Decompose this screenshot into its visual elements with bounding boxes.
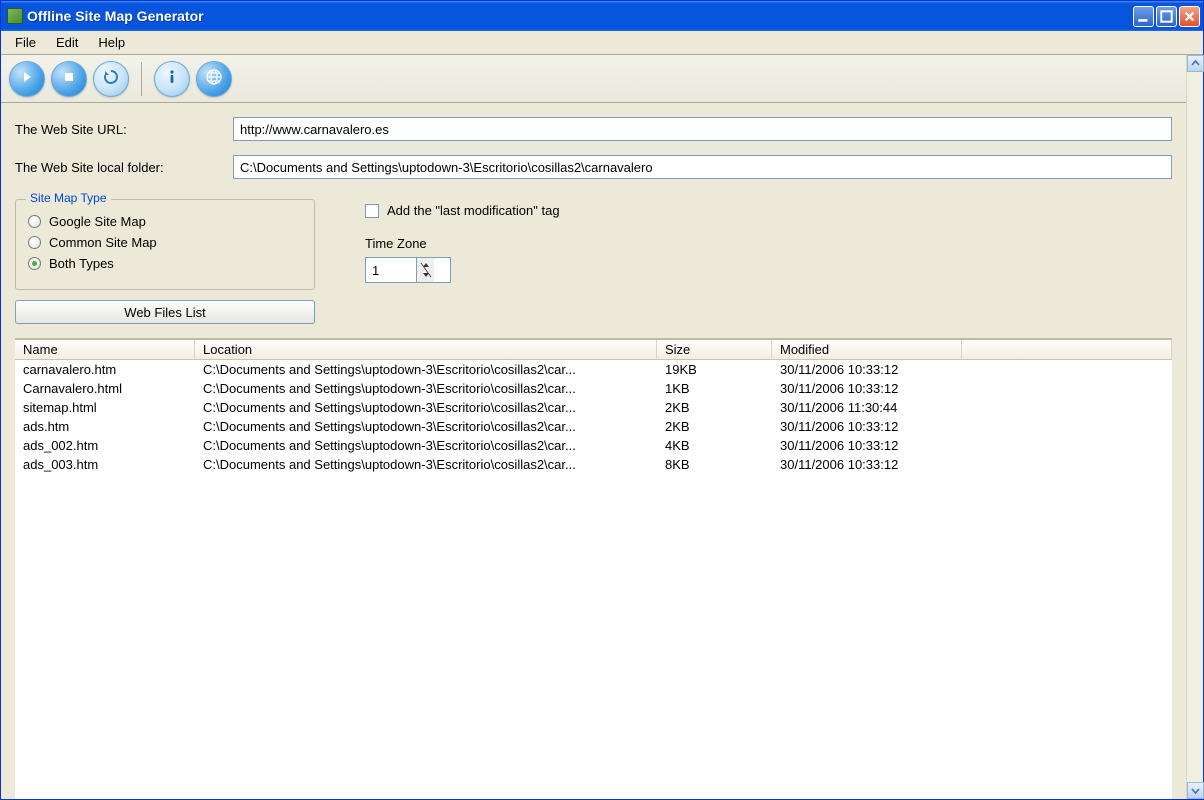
vertical-scrollbar[interactable] — [1186, 55, 1203, 799]
cell-location: C:\Documents and Settings\uptodown-3\Esc… — [195, 399, 657, 416]
menu-file[interactable]: File — [5, 32, 46, 53]
radio-common[interactable]: Common Site Map — [28, 235, 302, 250]
cell-empty — [962, 380, 1172, 397]
app-icon — [7, 8, 23, 24]
list-body[interactable]: carnavalero.htmC:\Documents and Settings… — [15, 360, 1172, 799]
cell-name: ads_002.htm — [15, 437, 195, 454]
cell-modified: 30/11/2006 11:30:44 — [772, 399, 962, 416]
radio-both-label: Both Types — [49, 256, 114, 271]
info-button[interactable] — [154, 61, 190, 97]
close-button[interactable] — [1179, 6, 1200, 27]
cell-location: C:\Documents and Settings\uptodown-3\Esc… — [195, 418, 657, 435]
cell-location: C:\Documents and Settings\uptodown-3\Esc… — [195, 437, 657, 454]
lastmod-checkbox[interactable] — [365, 204, 379, 218]
cell-modified: 30/11/2006 10:33:12 — [772, 456, 962, 473]
table-row[interactable]: ads.htmC:\Documents and Settings\uptodow… — [15, 417, 1172, 436]
table-row[interactable]: ads_003.htmC:\Documents and Settings\upt… — [15, 455, 1172, 474]
form-area: The Web Site URL: The Web Site local fol… — [1, 103, 1186, 338]
scroll-down-button[interactable] — [1187, 782, 1204, 799]
cell-location: C:\Documents and Settings\uptodown-3\Esc… — [195, 456, 657, 473]
table-row[interactable]: ads_002.htmC:\Documents and Settings\upt… — [15, 436, 1172, 455]
folder-label: The Web Site local folder: — [15, 160, 233, 175]
cell-name: carnavalero.htm — [15, 361, 195, 378]
radio-google-label: Google Site Map — [49, 214, 146, 229]
spinner-updown-icon — [419, 261, 433, 279]
stop-button[interactable] — [51, 61, 87, 97]
col-name[interactable]: Name — [15, 340, 195, 359]
cell-modified: 30/11/2006 10:33:12 — [772, 361, 962, 378]
globe-icon — [205, 68, 223, 89]
cell-modified: 30/11/2006 10:33:12 — [772, 437, 962, 454]
radio-both-indicator — [28, 257, 41, 270]
folder-input[interactable] — [233, 155, 1172, 179]
cell-modified: 30/11/2006 10:33:12 — [772, 418, 962, 435]
cell-name: sitemap.html — [15, 399, 195, 416]
url-input[interactable] — [233, 117, 1172, 141]
timezone-label: Time Zone — [365, 236, 560, 251]
menubar: File Edit Help — [1, 31, 1203, 55]
table-row[interactable]: carnavalero.htmC:\Documents and Settings… — [15, 360, 1172, 379]
maximize-button[interactable] — [1156, 6, 1177, 27]
play-icon — [19, 69, 35, 88]
app-window: Offline Site Map Generator File Edit Hel… — [0, 0, 1204, 800]
minimize-button[interactable] — [1133, 6, 1154, 27]
menu-edit[interactable]: Edit — [46, 32, 88, 53]
client-area: The Web Site URL: The Web Site local fol… — [1, 55, 1203, 799]
radio-common-label: Common Site Map — [49, 235, 157, 250]
cell-location: C:\Documents and Settings\uptodown-3\Esc… — [195, 380, 657, 397]
chevron-down-icon — [1191, 786, 1200, 795]
col-location[interactable]: Location — [195, 340, 657, 359]
chevron-up-icon — [1191, 59, 1200, 68]
refresh-button[interactable] — [93, 61, 129, 97]
col-size[interactable]: Size — [657, 340, 772, 359]
cell-name: ads.htm — [15, 418, 195, 435]
radio-google-indicator — [28, 215, 41, 228]
sitemap-type-group: Site Map Type Google Site Map Common Sit… — [15, 199, 315, 290]
toolbar — [1, 55, 1186, 103]
cell-size: 4KB — [657, 437, 772, 454]
radio-both[interactable]: Both Types — [28, 256, 302, 271]
radio-google[interactable]: Google Site Map — [28, 214, 302, 229]
cell-size: 19KB — [657, 361, 772, 378]
table-row[interactable]: sitemap.htmlC:\Documents and Settings\up… — [15, 398, 1172, 417]
scroll-up-button[interactable] — [1187, 55, 1204, 72]
cell-size: 8KB — [657, 456, 772, 473]
table-row[interactable]: Carnavalero.htmlC:\Documents and Setting… — [15, 379, 1172, 398]
url-label: The Web Site URL: — [15, 122, 233, 137]
cell-size: 1KB — [657, 380, 772, 397]
cell-modified: 30/11/2006 10:33:12 — [772, 380, 962, 397]
web-files-list-button[interactable]: Web Files List — [15, 300, 315, 324]
cell-location: C:\Documents and Settings\uptodown-3\Esc… — [195, 361, 657, 378]
cell-size: 2KB — [657, 418, 772, 435]
cell-empty — [962, 361, 1172, 378]
radio-common-indicator — [28, 236, 41, 249]
lastmod-label: Add the "last modification" tag — [387, 203, 560, 218]
window-title: Offline Site Map Generator — [27, 8, 1133, 24]
info-icon — [163, 68, 181, 89]
play-button[interactable] — [9, 61, 45, 97]
col-empty[interactable] — [962, 340, 1172, 359]
refresh-icon — [102, 68, 120, 89]
stop-icon — [61, 69, 77, 88]
globe-button[interactable] — [196, 61, 232, 97]
cell-name: ads_003.htm — [15, 456, 195, 473]
file-list: Name Location Size Modified carnavalero.… — [15, 338, 1172, 799]
cell-size: 2KB — [657, 399, 772, 416]
list-header: Name Location Size Modified — [15, 340, 1172, 360]
titlebar[interactable]: Offline Site Map Generator — [1, 1, 1203, 31]
cell-empty — [962, 456, 1172, 473]
cell-empty — [962, 437, 1172, 454]
timezone-spinner[interactable] — [365, 257, 451, 283]
spinner-buttons[interactable] — [416, 258, 434, 282]
timezone-input[interactable] — [366, 258, 416, 282]
cell-empty — [962, 418, 1172, 435]
sitemap-group-title: Site Map Type — [26, 191, 111, 205]
col-modified[interactable]: Modified — [772, 340, 962, 359]
cell-name: Carnavalero.html — [15, 380, 195, 397]
toolbar-separator — [141, 62, 142, 96]
cell-empty — [962, 399, 1172, 416]
menu-help[interactable]: Help — [88, 32, 135, 53]
